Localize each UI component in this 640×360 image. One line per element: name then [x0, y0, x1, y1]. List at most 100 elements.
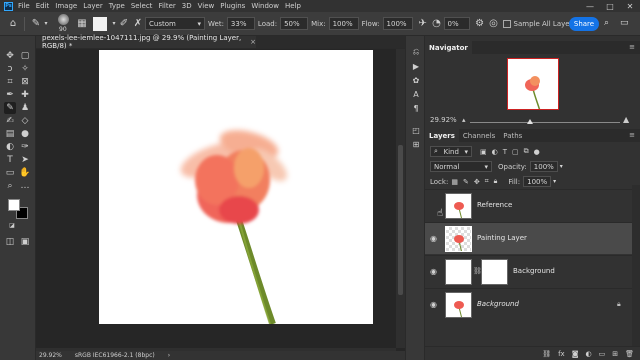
lock-all-icon[interactable]: 🔒︎ [494, 177, 498, 186]
filter-kind-dropdown[interactable]: ⌕ Kind ▾ [430, 146, 472, 157]
status-expand-icon[interactable]: › [168, 352, 170, 359]
more-tools-icon[interactable]: … [19, 180, 31, 192]
history-brush-icon[interactable]: ✍ [4, 115, 16, 127]
dodge-tool-icon[interactable]: ◐ [4, 141, 16, 153]
layer-row-painting-layer[interactable]: ◉ Painting Layer [425, 222, 632, 254]
search-icon[interactable]: ⌕ [604, 18, 609, 28]
character-icon[interactable]: A [410, 88, 422, 100]
visibility-eye-icon[interactable]: ◉ [430, 267, 437, 276]
document-tab[interactable]: pexels-lee-iemlee-1047111.jpg @ 29.9% (P… [36, 34, 256, 50]
layer-mask-thumbnail[interactable] [481, 259, 508, 285]
zoom-in-icon[interactable]: ▲ [623, 115, 629, 124]
flow-field[interactable]: 100% [382, 17, 413, 30]
move-tool-icon[interactable]: ✥ [4, 50, 16, 62]
filter-type-icon[interactable]: T [503, 148, 507, 156]
frame-tool-icon[interactable]: ⊠ [19, 76, 31, 88]
share-button[interactable]: Share [569, 17, 599, 31]
chevron-down-icon[interactable]: ▾ [43, 20, 49, 27]
home-icon[interactable]: ⌂ [6, 18, 20, 29]
default-colors-icon[interactable]: ◪ [6, 219, 18, 231]
load-brush-icon[interactable]: ✐ [117, 18, 131, 29]
visibility-eye-icon[interactable]: ◉ [430, 234, 437, 243]
chevron-down-icon[interactable]: ▾ [560, 163, 563, 170]
tab-paths[interactable]: Paths [499, 129, 526, 142]
menu-file[interactable]: File [18, 2, 30, 10]
adjustment-icon[interactable]: ◐ [586, 350, 592, 358]
menu-help[interactable]: Help [285, 2, 301, 10]
filter-smart-object-icon[interactable]: ⧉ [524, 147, 529, 156]
quick-mask-icon[interactable]: ◫ [4, 236, 16, 248]
menu-window[interactable]: Window [251, 2, 279, 10]
close-window-button[interactable]: ✕ [620, 0, 640, 12]
layer-name[interactable]: Background [513, 267, 555, 275]
canvas-area[interactable] [36, 49, 405, 348]
zoom-out-icon[interactable]: ▴ [462, 116, 466, 124]
layer-row-background[interactable]: ◉ ⛓︎ Background [425, 255, 632, 287]
layer-name[interactable]: Painting Layer [477, 234, 527, 242]
filter-shape-icon[interactable]: ▢ [512, 148, 519, 156]
screen-mode-icon[interactable]: ▣ [19, 236, 31, 248]
opacity-field[interactable]: 100% [529, 161, 558, 172]
clean-brush-icon[interactable]: ✗ [131, 18, 145, 29]
wet-field[interactable]: 33% [226, 17, 255, 30]
menu-edit[interactable]: Edit [36, 2, 50, 10]
layers-scrollbar[interactable] [632, 185, 640, 346]
lock-transparency-icon[interactable]: ▦ [451, 178, 458, 186]
lasso-tool-icon[interactable]: ↄ [4, 63, 16, 75]
navigator-preview[interactable] [507, 58, 559, 110]
menu-image[interactable]: Image [55, 2, 77, 10]
layer-name[interactable]: Reference [477, 201, 512, 209]
paragraph-icon[interactable]: ¶ [410, 102, 422, 114]
path-selection-icon[interactable]: ➤ [19, 154, 31, 166]
clone-stamp-icon[interactable]: ♟ [19, 102, 31, 114]
hand-tool-icon[interactable]: ✋ [19, 167, 31, 179]
foreground-color-swatch[interactable] [8, 199, 20, 211]
type-tool-icon[interactable]: T [4, 154, 16, 166]
navigator-zoom-value[interactable]: 29.92% [430, 116, 457, 124]
rectangle-tool-icon[interactable]: ▭ [4, 167, 16, 179]
filter-adjustment-icon[interactable]: ◐ [492, 148, 498, 156]
load-field[interactable]: 50% [280, 17, 309, 30]
angle-field[interactable]: 0% [443, 17, 470, 30]
learn-icon[interactable]: ◰ [410, 124, 422, 136]
mask-icon[interactable]: ◙ [572, 350, 579, 358]
scrollbar-thumb[interactable] [398, 145, 403, 295]
blend-preset-dropdown[interactable]: Custom ▾ [145, 17, 205, 30]
zoom-tool-icon[interactable]: ⌕ [4, 180, 16, 192]
navigator-zoom-slider[interactable] [470, 119, 620, 124]
trash-icon[interactable]: 🗑︎ [625, 350, 634, 358]
eraser-tool-icon[interactable]: ◇ [19, 115, 31, 127]
blend-mode-dropdown[interactable]: Normal ▾ [430, 161, 492, 172]
history-icon[interactable]: ⎌ [410, 46, 422, 58]
brush-settings-icon[interactable]: ✿ [410, 74, 422, 86]
settings-gear-icon[interactable]: ⚙ [473, 18, 487, 29]
fx-icon[interactable]: fx [558, 350, 565, 358]
layer-row-reference[interactable]: Reference [425, 189, 632, 221]
pressure-size-icon[interactable]: ◎ [487, 18, 501, 29]
group-icon[interactable]: ▭ [599, 350, 606, 358]
menu-select[interactable]: Select [131, 2, 153, 10]
filter-toggle-icon[interactable]: ● [534, 148, 540, 156]
healing-brush-icon[interactable]: ✚ [19, 89, 31, 101]
vertical-scrollbar[interactable] [396, 49, 405, 348]
layer-row-background-locked[interactable]: ◉ Background 🔒︎ [425, 288, 632, 320]
lock-pixels-icon[interactable]: ✎ [463, 178, 469, 186]
panel-menu-icon[interactable]: ≡ [629, 131, 635, 139]
filter-pixel-icon[interactable]: ▣ [480, 148, 487, 156]
chevron-down-icon[interactable]: ▾ [553, 178, 556, 185]
mix-field[interactable]: 100% [328, 17, 359, 30]
gradient-tool-icon[interactable]: ▤ [4, 128, 16, 140]
slider-knob[interactable] [527, 119, 533, 124]
blur-tool-icon[interactable]: ● [19, 128, 31, 140]
magic-wand-icon[interactable]: ✧ [19, 63, 31, 75]
layer-name[interactable]: Background [477, 300, 519, 308]
visibility-eye-icon[interactable]: ◉ [430, 300, 437, 309]
mixer-brush-tool-icon[interactable]: ✎ [29, 18, 43, 29]
crop-tool-icon[interactable]: ⌗ [4, 76, 16, 88]
menu-3d[interactable]: 3D [182, 2, 192, 10]
brush-settings-icon[interactable]: ▦ [75, 18, 89, 29]
menu-plugins[interactable]: Plugins [220, 2, 245, 10]
panel-menu-icon[interactable]: ≡ [629, 43, 635, 51]
menu-filter[interactable]: Filter [158, 2, 175, 10]
menu-layer[interactable]: Layer [83, 2, 103, 10]
